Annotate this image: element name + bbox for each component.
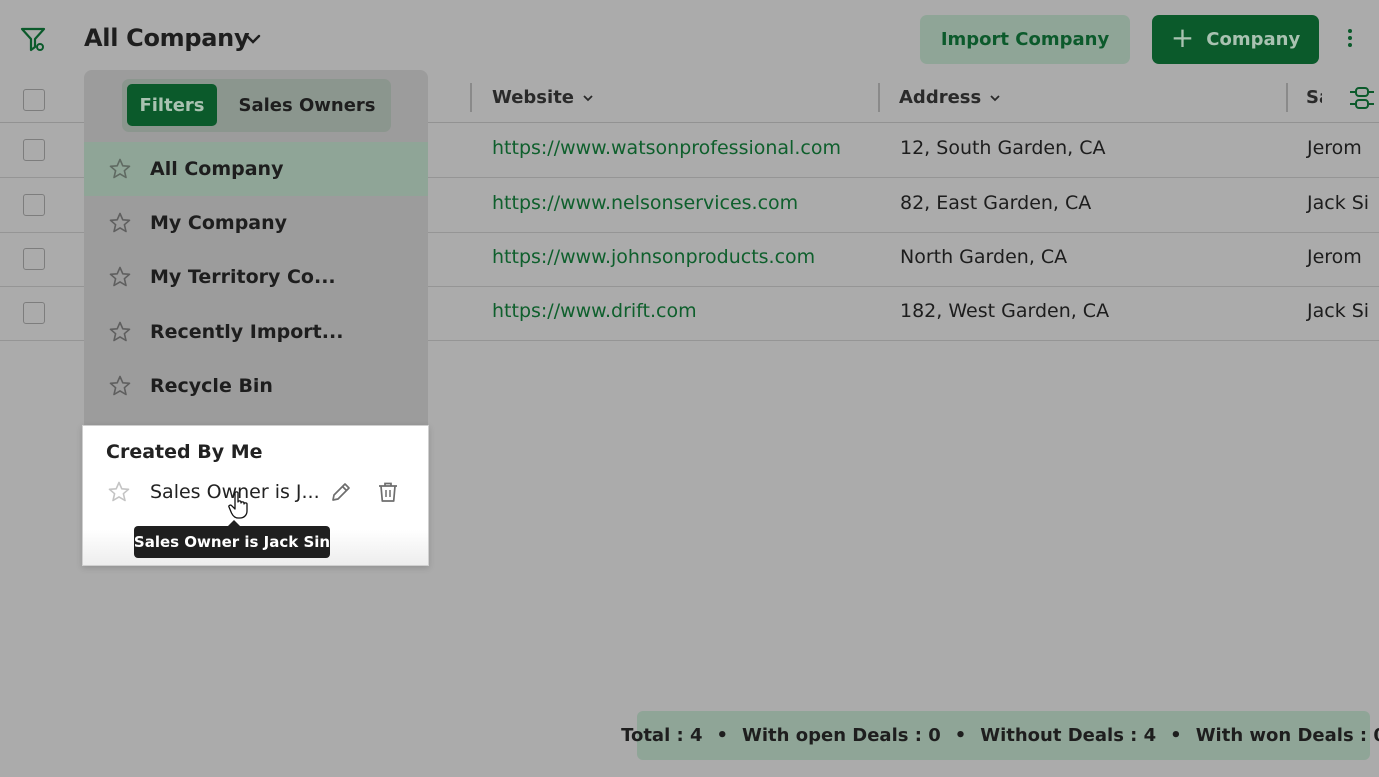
view-item-label: All Company [150, 158, 284, 180]
column-header-label: Sa [1306, 87, 1322, 108]
chevron-down-icon[interactable] [244, 32, 262, 46]
owner-cell: Jerom [1307, 246, 1362, 268]
view-item-label: Recycle Bin [150, 375, 273, 397]
view-item-label: My Company [150, 212, 288, 234]
column-header-sales-owner[interactable]: Sa [1306, 87, 1322, 108]
add-company-label: Company [1206, 29, 1301, 50]
trash-icon[interactable] [376, 480, 400, 504]
view-item-my-company[interactable]: My Company [84, 196, 428, 250]
column-divider[interactable] [878, 83, 880, 112]
row-checkbox[interactable] [23, 248, 45, 270]
row-checkbox[interactable] [23, 139, 45, 161]
summary-without-deals: Without Deals : 4 [980, 725, 1157, 746]
view-item-recently-imported[interactable]: Recently Import... [84, 305, 428, 359]
website-cell[interactable]: https://www.watsonprofessional.com [492, 137, 841, 159]
view-item-all-company[interactable]: All Company [84, 142, 428, 196]
view-item-label: My Territory Co... [150, 266, 336, 288]
address-cell: North Garden, CA [900, 246, 1068, 268]
saved-filter-tooltip: Sales Owner is Jack Sin [134, 526, 330, 558]
more-options-icon[interactable] [1343, 29, 1357, 51]
star-icon[interactable] [108, 265, 132, 289]
address-cell: 82, East Garden, CA [900, 192, 1092, 214]
row-checkbox[interactable] [23, 194, 45, 216]
view-item-my-territory-company[interactable]: My Territory Co... [84, 250, 428, 304]
star-icon[interactable] [108, 374, 132, 398]
summary-separator: • [716, 725, 729, 746]
column-header-website[interactable]: Website [492, 87, 594, 108]
column-divider[interactable] [470, 83, 472, 112]
import-company-button[interactable]: Import Company [920, 15, 1130, 64]
page: All Company Import Company + Company Web… [0, 0, 1379, 777]
select-all-checkbox[interactable] [23, 89, 45, 111]
add-company-button[interactable]: + Company [1152, 15, 1319, 64]
pencil-icon[interactable] [329, 480, 353, 504]
website-cell[interactable]: https://www.nelsonservices.com [492, 192, 798, 214]
column-header-address[interactable]: Address [899, 87, 1001, 108]
star-icon[interactable] [108, 157, 132, 181]
view-item-label: Recently Import... [150, 321, 344, 343]
view-title[interactable]: All Company [84, 24, 250, 52]
summary-bar: Total : 4 • With open Deals : 0 • Withou… [621, 711, 1379, 760]
import-company-label: Import Company [940, 29, 1110, 50]
chevron-down-icon [583, 94, 593, 101]
summary-separator: • [954, 725, 967, 746]
address-cell: 182, West Garden, CA [900, 300, 1110, 322]
plus-icon: + [1170, 21, 1195, 54]
owner-cell: Jerom [1307, 137, 1362, 159]
summary-won-deals: With won Deals : 0 [1195, 725, 1379, 746]
website-cell[interactable]: https://www.drift.com [492, 300, 697, 322]
star-icon[interactable] [108, 211, 132, 235]
star-icon[interactable] [108, 320, 132, 344]
row-checkbox[interactable] [23, 302, 45, 324]
filter-icon[interactable] [20, 26, 46, 54]
created-by-me-heading: Created By Me [106, 441, 263, 463]
owner-cell: Jack Si [1307, 300, 1370, 322]
hand-cursor-icon [228, 491, 248, 519]
address-cell: 12, South Garden, CA [900, 137, 1106, 159]
tab-filters[interactable]: Filters [127, 84, 217, 126]
summary-separator: • [1170, 725, 1182, 746]
summary-total: Total : 4 [621, 725, 703, 746]
column-divider[interactable] [1286, 83, 1288, 112]
view-item-recycle-bin[interactable]: Recycle Bin [84, 359, 428, 413]
column-header-label: Address [899, 87, 982, 108]
column-settings-icon[interactable] [1348, 84, 1376, 112]
column-header-label: Website [492, 87, 575, 108]
owner-cell: Jack Si [1307, 192, 1370, 214]
chevron-down-icon [990, 94, 1000, 101]
star-icon[interactable] [107, 480, 131, 504]
tab-sales-owners[interactable]: Sales Owners [228, 84, 386, 126]
summary-open-deals: With open Deals : 0 [742, 725, 941, 746]
website-cell[interactable]: https://www.johnsonproducts.com [492, 246, 815, 268]
